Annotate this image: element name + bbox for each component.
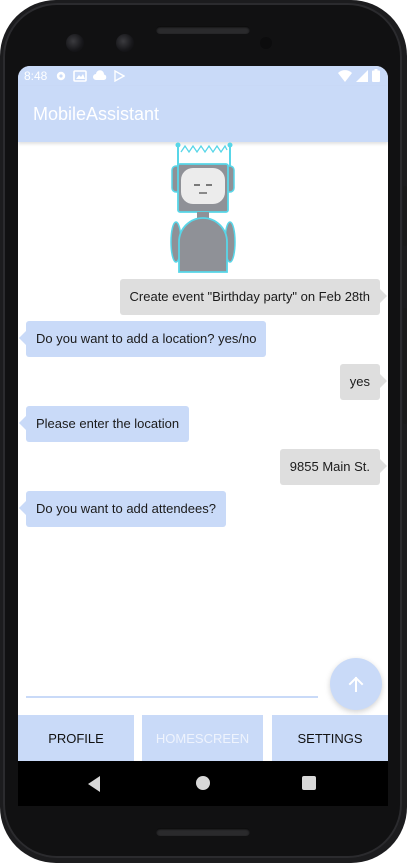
settings-button-label: SETTINGS	[297, 730, 363, 746]
chat-message-user: yes	[339, 364, 380, 400]
bottom-navigation: PROFILE HOMESCREEN SETTINGS	[18, 715, 388, 761]
volume-button	[403, 308, 407, 424]
chat-message-bot: Do you want to add a location? yes/no	[26, 321, 267, 357]
chat-message-bot: Do you want to add attendees?	[26, 491, 226, 527]
bubble-tail	[380, 289, 387, 303]
app-screen: 8:48 MobileAssistant Create event "Birth…	[18, 66, 388, 806]
bubble-tail	[19, 416, 26, 430]
proximity-sensor	[260, 37, 272, 49]
phone-frame: 8:48 MobileAssistant Create event "Birth…	[0, 0, 407, 863]
bubble-tail	[19, 501, 26, 515]
bubble-tail	[380, 459, 387, 473]
homescreen-button-label: HOMESCREEN	[155, 730, 250, 746]
home-icon[interactable]	[196, 776, 210, 790]
chat-message-bot: Please enter the location	[26, 406, 190, 442]
bubble-tail	[380, 374, 387, 388]
front-camera-right	[116, 34, 134, 52]
recents-icon[interactable]	[302, 776, 316, 790]
profile-button-label: PROFILE	[48, 730, 104, 746]
system-navigation-bar	[18, 761, 388, 806]
input-underline	[26, 696, 318, 698]
bottom-speaker	[156, 828, 250, 836]
earpiece-speaker	[156, 26, 250, 34]
bubble-tail	[19, 331, 26, 345]
power-button	[403, 186, 407, 246]
arrow-up-icon	[348, 676, 364, 692]
homescreen-button[interactable]: HOMESCREEN	[142, 715, 263, 761]
profile-button[interactable]: PROFILE	[18, 715, 134, 761]
back-icon[interactable]	[88, 776, 100, 792]
chat-message-user: Create event "Birthday party" on Feb 28t…	[119, 279, 380, 315]
chat-message-user: 9855 Main St.	[279, 449, 380, 485]
send-button[interactable]	[330, 658, 382, 710]
front-camera-left	[66, 34, 84, 52]
settings-button[interactable]: SETTINGS	[272, 715, 388, 761]
message-input[interactable]	[26, 666, 322, 698]
